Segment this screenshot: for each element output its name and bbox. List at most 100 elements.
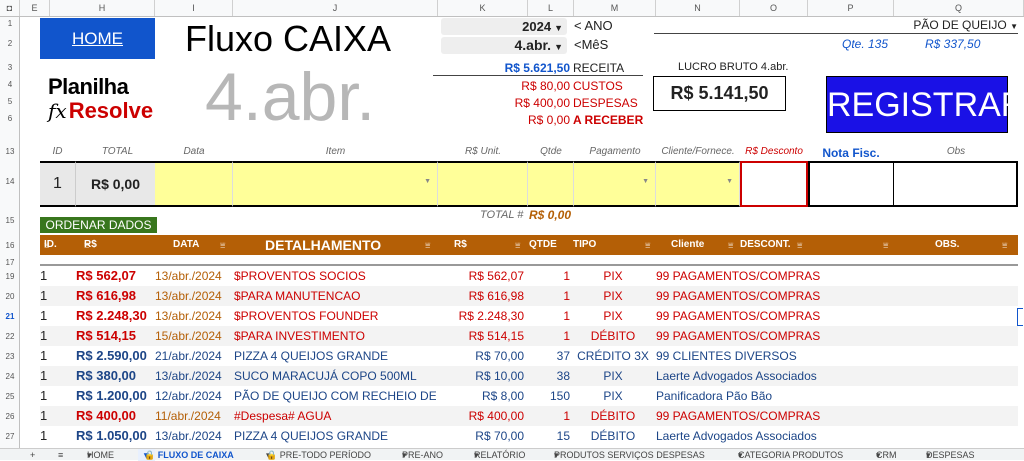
cell-tipo[interactable]: PIX	[574, 366, 652, 386]
row-number[interactable]: 5	[0, 97, 20, 106]
cell-det[interactable]: $PROVENTOS FOUNDER	[234, 306, 436, 326]
col-header[interactable]: E	[20, 0, 50, 16]
cell-cliente[interactable]: Laerte Advogados Associados	[656, 426, 876, 444]
col-header[interactable]: H	[50, 0, 155, 16]
cell-det[interactable]: $PARA INVESTIMENTO	[234, 326, 436, 346]
registrar-button[interactable]: REGISTRAR	[826, 76, 1024, 133]
filter-icon[interactable]: ⩸	[883, 235, 888, 255]
cell-data[interactable]: 15/abr./2024	[155, 326, 235, 346]
filter-icon[interactable]: ⩸	[645, 235, 650, 255]
cell-id[interactable]: 1	[40, 406, 60, 426]
tab-crm[interactable]: CRM ▾	[876, 449, 897, 461]
col-header[interactable]: N	[656, 0, 740, 16]
year-select[interactable]: 2024 ▼	[441, 18, 567, 35]
cell-tipo[interactable]: PIX	[574, 286, 652, 306]
cell-cliente[interactable]: 99 PAGAMENTOS/COMPRAS	[656, 326, 876, 346]
cell-unit[interactable]: R$ 400,00	[438, 406, 524, 426]
cell-data[interactable]: 21/abr./2024	[155, 346, 235, 366]
table-row[interactable]: 1 R$ 2.248,30 13/abr./2024 $PROVENTOS FOUND…	[40, 306, 1018, 326]
filter-icon[interactable]: ⩸	[797, 235, 802, 255]
col-header[interactable]: L	[528, 0, 574, 16]
cell-cliente[interactable]: Laerte Advogados Associados	[656, 366, 876, 386]
row-number[interactable]: 14	[0, 177, 20, 186]
cell-unit[interactable]: R$ 10,00	[438, 366, 524, 386]
row-number[interactable]: 22	[0, 332, 20, 341]
tab-pre-ano[interactable]: PRE-ANO ▾	[402, 449, 443, 461]
cell-id[interactable]: 1	[40, 266, 60, 286]
entry-item-select[interactable]: ▼	[233, 161, 438, 207]
cell-cliente[interactable]: 99 PAGAMENTOS/COMPRAS	[656, 406, 876, 426]
cell-data[interactable]: 11/abr./2024	[155, 406, 235, 426]
entry-cliente-select[interactable]: ▼	[656, 161, 740, 207]
table-row[interactable]: 1 R$ 380,00 13/abr./2024 SUCO MARACUJÁ COPO…	[40, 366, 1018, 386]
month-select[interactable]: 4.abr. ▼	[441, 37, 567, 54]
entry-pagamento-select[interactable]: ▼	[574, 161, 656, 207]
row-number[interactable]: 20	[0, 292, 20, 301]
cell-tipo[interactable]: DÉBITO	[574, 326, 652, 346]
cell-cliente[interactable]: 99 PAGAMENTOS/COMPRAS	[656, 286, 876, 306]
col-header[interactable]: Q	[894, 0, 1024, 16]
cell-total[interactable]: R$ 1.200,00	[76, 386, 156, 406]
cell-total[interactable]: R$ 514,15	[76, 326, 156, 346]
cell-det[interactable]: $PROVENTOS SOCIOS	[234, 266, 436, 286]
ordenar-dados-button[interactable]: ORDENAR DADOS	[40, 217, 157, 233]
tab-despesas[interactable]: DESPESAS ▾	[926, 449, 975, 461]
cell-unit[interactable]: R$ 8,00	[438, 386, 524, 406]
filter-icon[interactable]: ⩸	[44, 235, 49, 255]
col-header[interactable]: J	[233, 0, 438, 16]
filter-icon[interactable]: ⩸	[515, 235, 520, 255]
cell-det[interactable]: PÃO DE QUEIJO COM RECHEIO DE CAR	[234, 386, 436, 406]
cell-det[interactable]: #Despesa# AGUA	[234, 406, 436, 426]
row-number[interactable]: 17	[0, 258, 20, 267]
row-number[interactable]: 25	[0, 392, 20, 401]
table-row[interactable]: 1 R$ 400,00 11/abr./2024 #Despesa# AGUA R$ 4…	[40, 406, 1018, 426]
tab-categoria-produtos[interactable]: CATEGORIA PRODUTOS ▾	[738, 449, 843, 461]
col-header[interactable]: P	[808, 0, 894, 16]
product-select[interactable]: PÃO DE QUEIJO ▼	[850, 18, 1018, 32]
row-number[interactable]: 2	[0, 39, 20, 48]
cell-data[interactable]: 13/abr./2024	[155, 366, 235, 386]
cell-det[interactable]: SUCO MARACUJÁ COPO 500ML	[234, 366, 436, 386]
tab-pre-todo-periodo[interactable]: 🔒 PRE-TODO PERÍODO ▾	[266, 449, 371, 461]
cell-det[interactable]: PIZZA 4 QUEIJOS GRANDE	[234, 346, 436, 366]
row-number[interactable]: 3	[0, 63, 20, 72]
row-number[interactable]: 27	[0, 432, 20, 441]
cell-data[interactable]: 13/abr./2024	[155, 306, 235, 326]
cell-data[interactable]: 13/abr./2024	[155, 426, 235, 444]
cell-id[interactable]: 1	[40, 386, 60, 406]
scroll-handle[interactable]	[1017, 308, 1023, 326]
cell-tipo[interactable]: PIX	[574, 306, 652, 326]
cell-tipo[interactable]: CRÉDITO 3X	[574, 346, 652, 366]
cell-data[interactable]: 13/abr./2024	[155, 286, 235, 306]
cell-total[interactable]: R$ 562,07	[76, 266, 156, 286]
table-row[interactable]: 1 R$ 1.200,00 12/abr./2024 PÃO DE QUEIJO CO…	[40, 386, 1018, 406]
col-header[interactable]: I	[155, 0, 233, 16]
filter-icon[interactable]: ⩸	[84, 235, 89, 255]
filter-icon[interactable]: ⩸	[425, 235, 430, 255]
cell-id[interactable]: 1	[40, 326, 60, 346]
filter-icon[interactable]: ⩸	[220, 235, 225, 255]
table-row[interactable]: 1 R$ 2.590,00 21/abr./2024 PIZZA 4 QUEIJOS …	[40, 346, 1018, 366]
cell-qtde[interactable]: 1	[528, 326, 574, 346]
col-header[interactable]: K	[438, 0, 528, 16]
filter-icon[interactable]: ⩸	[1002, 235, 1007, 255]
tab-produtos[interactable]: PRODUTOS SERVIÇOS DESPESAS ▾	[554, 449, 705, 461]
row-number[interactable]: 6	[0, 114, 20, 123]
cell-det[interactable]: PIZZA 4 QUEIJOS GRANDE	[234, 426, 436, 444]
tab-relatorio[interactable]: RELATÓRIO ▾	[474, 449, 525, 461]
cell-unit[interactable]: R$ 514,15	[438, 326, 524, 346]
row-number[interactable]: 26	[0, 412, 20, 421]
cell-id[interactable]: 1	[40, 366, 60, 386]
row-number[interactable]: 23	[0, 352, 20, 361]
cell-unit[interactable]: R$ 2.248,30	[438, 306, 524, 326]
cell-id[interactable]: 1	[40, 426, 60, 444]
row-number[interactable]: 24	[0, 372, 20, 381]
entry-desconto-cell[interactable]	[740, 161, 808, 207]
row-number[interactable]: 1	[0, 19, 20, 28]
tab-fluxo-de-caixa[interactable]: 🔒 FLUXO DE CAIXA ▾	[138, 449, 234, 461]
cell-cliente[interactable]: 99 CLIENTES DIVERSOS	[656, 346, 876, 366]
cell-id[interactable]: 1	[40, 346, 60, 366]
all-sheets-button[interactable]: ≡	[58, 449, 63, 461]
filter-icon[interactable]: ⩸	[728, 235, 733, 255]
cell-total[interactable]: R$ 400,00	[76, 406, 156, 426]
